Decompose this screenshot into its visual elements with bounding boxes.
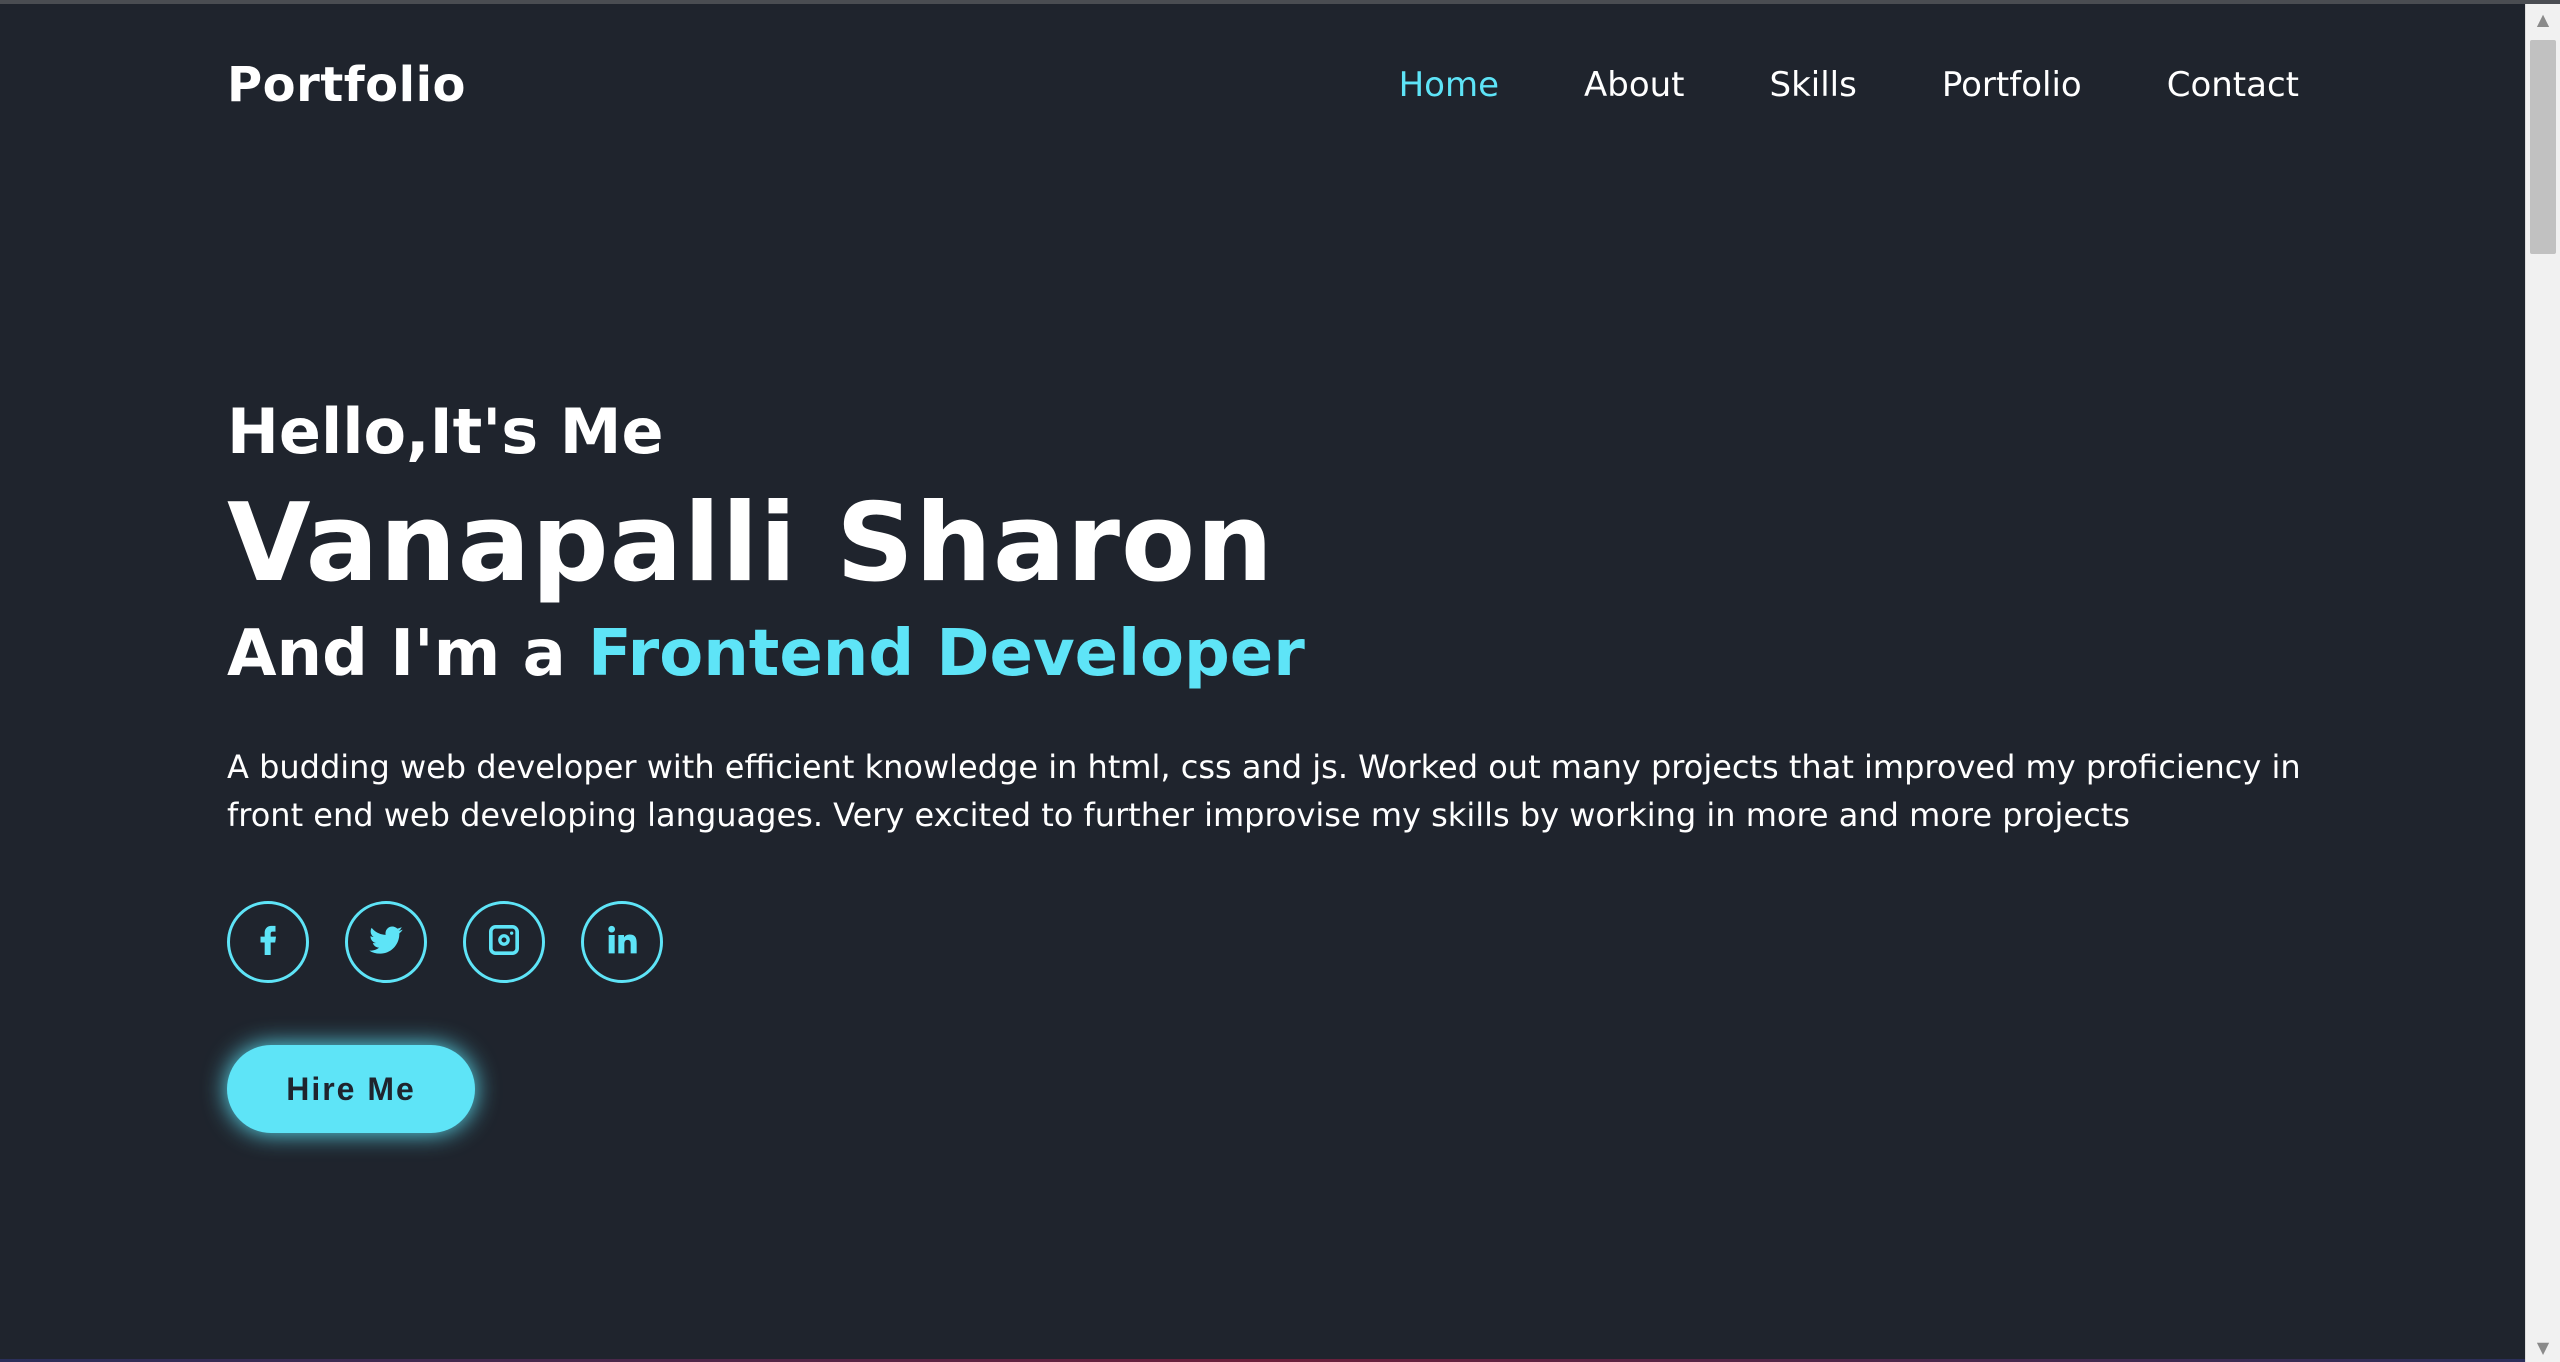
role-highlight: Frontend Developer [588, 617, 1305, 691]
vertical-scrollbar[interactable]: ▲ ▼ [2525, 4, 2560, 1362]
person-name: Vanapalli Sharon [227, 481, 1275, 606]
site-header: Portfolio Home About Skills Portfolio Co… [227, 50, 2299, 120]
hero-section: Hello,It's Me Vanapalli Sharon And I'm a… [227, 389, 2307, 1133]
nav-skills[interactable]: Skills [1770, 65, 1857, 105]
social-links [227, 901, 2307, 983]
browser-viewport: Portfolio Home About Skills Portfolio Co… [0, 0, 2560, 1362]
twitter-icon [366, 920, 406, 964]
scrollbar-thumb[interactable] [2530, 40, 2556, 254]
hire-me-button[interactable]: Hire Me [227, 1045, 475, 1133]
scroll-down-arrow-icon[interactable]: ▼ [2526, 1332, 2560, 1362]
instagram-link[interactable] [463, 901, 545, 983]
role-heading: And I'm a Frontend Developer [227, 609, 2307, 699]
facebook-icon [248, 920, 288, 964]
role-prefix: And I'm a [227, 617, 589, 691]
linkedin-icon [602, 920, 642, 964]
nav-home[interactable]: Home [1399, 65, 1499, 105]
twitter-link[interactable] [345, 901, 427, 983]
scroll-up-arrow-icon[interactable]: ▲ [2526, 4, 2560, 34]
main-nav: Home About Skills Portfolio Contact [1314, 65, 2299, 105]
facebook-link[interactable] [227, 901, 309, 983]
nav-contact[interactable]: Contact [2167, 65, 2299, 105]
linkedin-link[interactable] [581, 901, 663, 983]
nav-about[interactable]: About [1584, 65, 1685, 105]
logo[interactable]: Portfolio [227, 57, 466, 113]
instagram-icon [484, 920, 524, 964]
nav-portfolio[interactable]: Portfolio [1942, 65, 2082, 105]
description: A budding web developer with efficient k… [227, 748, 2301, 834]
greeting: Hello,It's Me [227, 395, 664, 468]
